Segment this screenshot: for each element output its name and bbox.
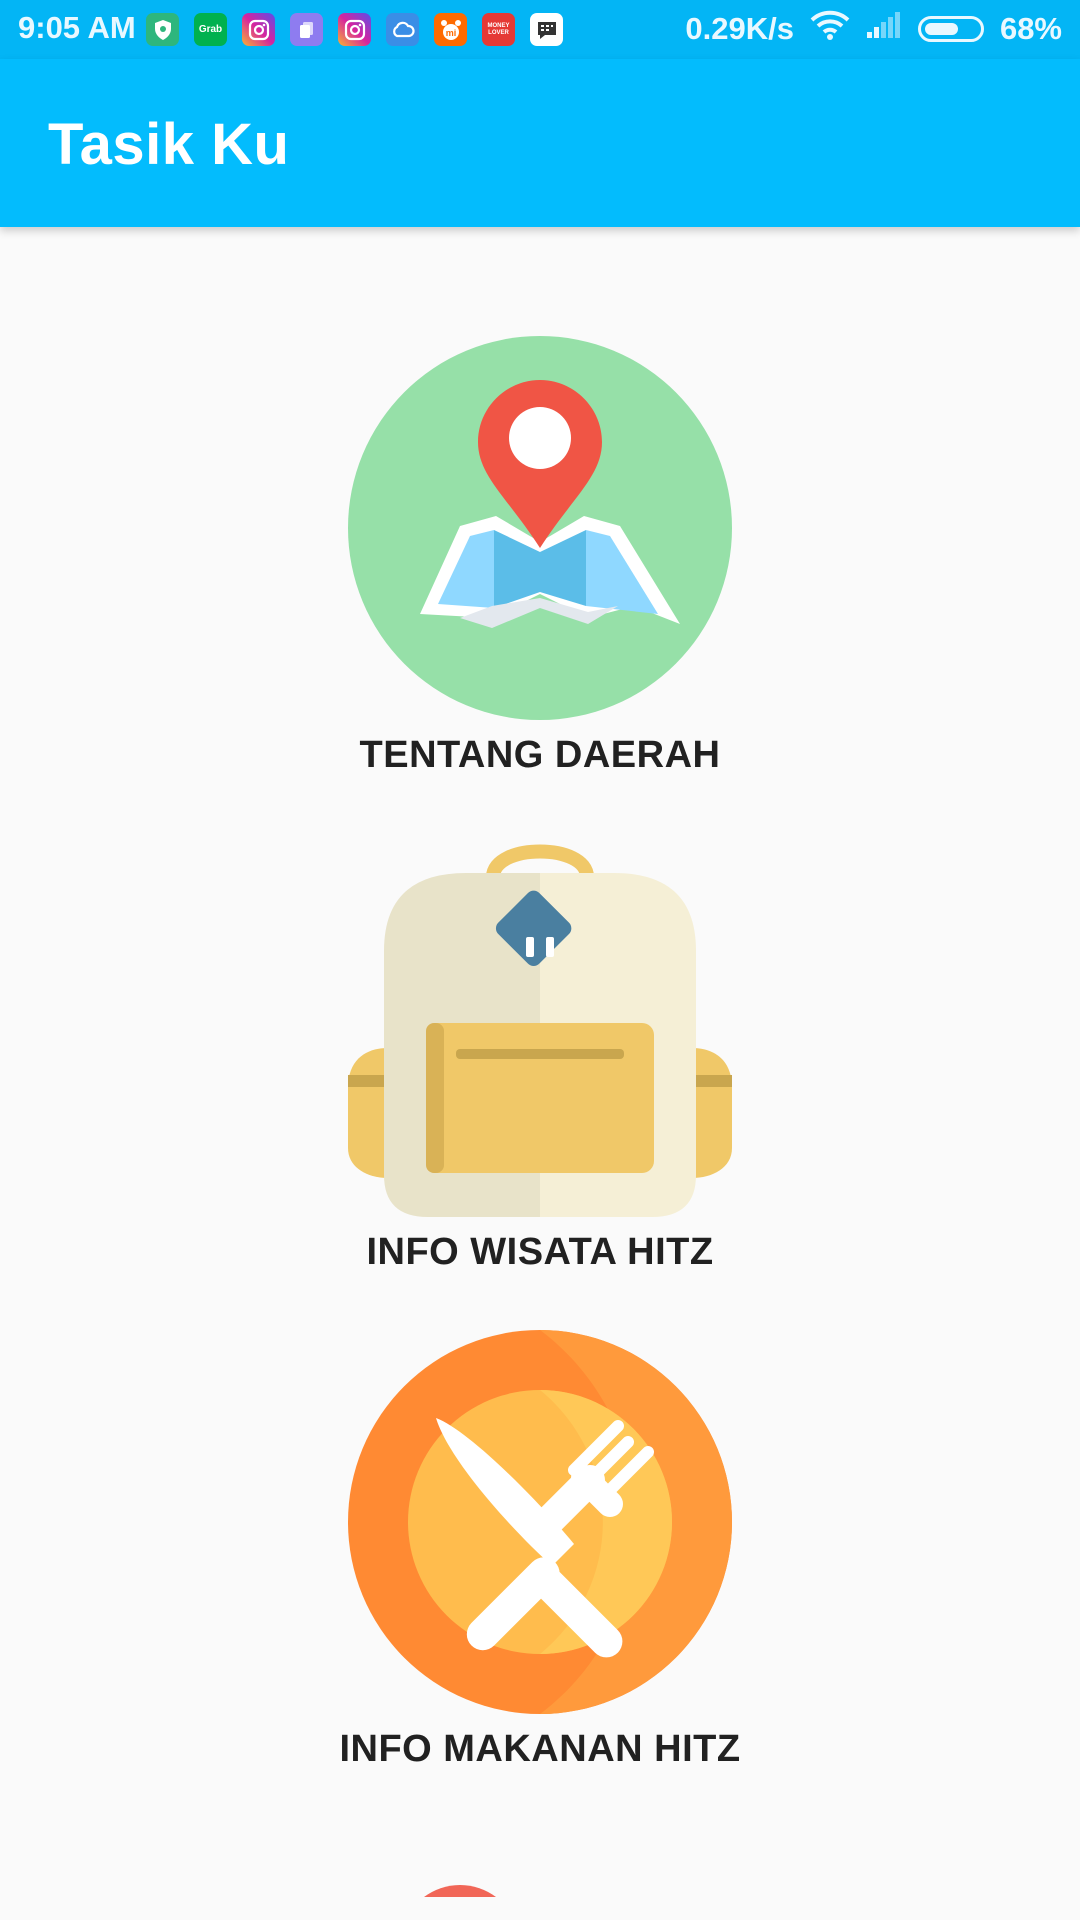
status-bar: 9:05 AM Grab mi MONEY LOVER 0.29K/s 68% bbox=[0, 0, 1080, 59]
app-title: Tasik Ku bbox=[48, 112, 290, 177]
main-menu: TENTANG DAERAH INFO WISATA HITZ INFO MAK… bbox=[0, 227, 1080, 1920]
money-lover-icon: MONEY LOVER bbox=[482, 13, 515, 46]
battery-icon bbox=[917, 16, 984, 42]
wifi-icon bbox=[810, 10, 850, 48]
cloud-icon bbox=[386, 13, 419, 46]
bbm-icon bbox=[530, 13, 563, 46]
status-right: 0.29K/s 68% bbox=[685, 10, 1062, 48]
menu-label: TENTANG DAERAH bbox=[359, 734, 721, 776]
menu-label: INFO WISATA HITZ bbox=[366, 1231, 714, 1273]
partial-icon bbox=[424, 1885, 496, 1897]
backpack-icon bbox=[348, 844, 732, 1217]
menu-item-tentang-daerah[interactable]: TENTANG DAERAH bbox=[0, 336, 1080, 816]
battery-percent: 68% bbox=[999, 11, 1062, 46]
instagram-icon bbox=[338, 13, 371, 46]
svg-text:mi: mi bbox=[445, 28, 456, 38]
menu-item-partial[interactable] bbox=[0, 1867, 1080, 1920]
notification-icons: Grab mi MONEY LOVER bbox=[146, 13, 563, 46]
network-speed: 0.29K/s bbox=[685, 11, 794, 46]
instagram-icon bbox=[242, 13, 275, 46]
grab-icon: Grab bbox=[194, 13, 227, 46]
status-time: 9:05 AM bbox=[18, 10, 136, 45]
files-icon bbox=[290, 13, 323, 46]
app-bar: Tasik Ku bbox=[0, 59, 1080, 227]
menu-item-info-makanan-hitz[interactable]: INFO MAKANAN HITZ bbox=[0, 1330, 1080, 1810]
menu-label: INFO MAKANAN HITZ bbox=[339, 1728, 741, 1770]
map-pin-icon bbox=[348, 336, 732, 720]
screen: 9:05 AM Grab mi MONEY LOVER 0.29K/s 68% … bbox=[0, 0, 1080, 1920]
menu-item-info-wisata-hitz[interactable]: INFO WISATA HITZ bbox=[0, 833, 1080, 1313]
signal-icon bbox=[866, 11, 902, 47]
mi-icon: mi bbox=[434, 13, 467, 46]
cutlery-icon bbox=[348, 1330, 732, 1714]
battery-fill bbox=[924, 23, 958, 35]
shield-icon bbox=[146, 13, 179, 46]
